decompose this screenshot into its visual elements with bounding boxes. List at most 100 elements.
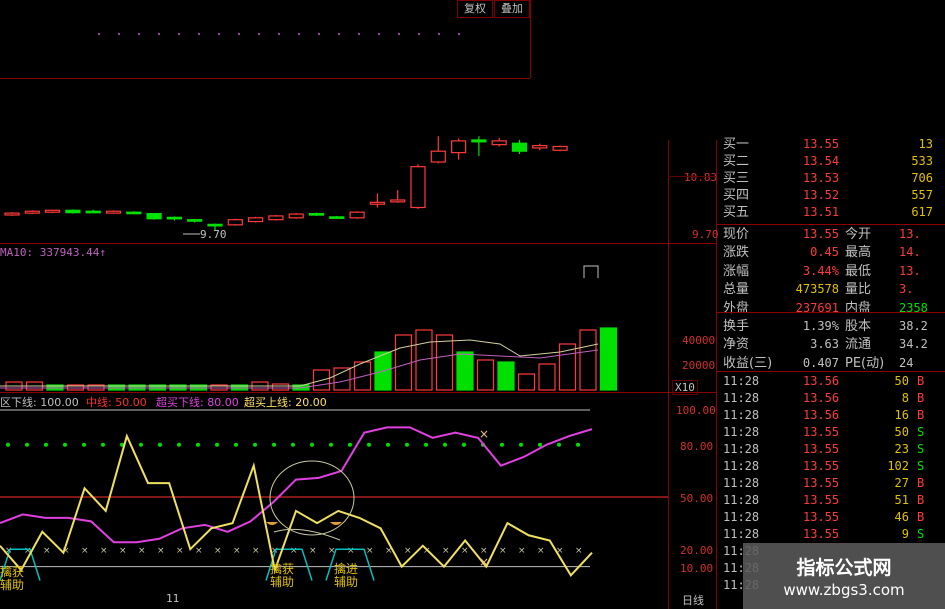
candle-body: [451, 140, 467, 154]
ind-dot-80: [443, 442, 447, 447]
volume-bar: [435, 334, 454, 391]
ind-dot-80: [6, 442, 10, 447]
stat-value: 2358: [899, 300, 928, 315]
ind-cross-20: ×: [138, 546, 146, 556]
ind-dot-80: [557, 442, 561, 447]
ind-dot-80: [405, 442, 409, 447]
volume-bar: [497, 361, 515, 391]
volume-axis-20000: 20000: [682, 359, 716, 372]
candle-body: [44, 209, 61, 213]
candle-body: [552, 145, 568, 151]
ind-cross-20: ×: [442, 546, 450, 556]
stat-value: 3.63: [810, 337, 839, 352]
stat-label: 换手: [723, 319, 750, 334]
tick-side: B: [917, 391, 925, 405]
tick-time: 11:28: [723, 391, 760, 405]
stat-value: 0.45: [810, 245, 839, 260]
ind-x-marker: ×: [479, 427, 489, 441]
ind-dot-80: [538, 442, 542, 447]
order-book-volume: 557: [911, 188, 933, 202]
tick-price: 13.55: [803, 527, 840, 541]
ind-buy-marker: [330, 522, 342, 525]
candle-body: [329, 216, 345, 219]
tick-time: 11:28: [723, 408, 760, 422]
tick-time: 11:28: [723, 510, 760, 524]
stat-label: 股本: [845, 319, 872, 334]
tick-price: 13.55: [803, 425, 840, 439]
candle-body: [248, 217, 264, 223]
candle-body: [207, 223, 223, 227]
tick-side: S: [917, 459, 925, 473]
ind-dot-80: [272, 442, 276, 447]
stat-value: 237691: [795, 300, 839, 315]
order-book-label: 买一: [723, 137, 750, 152]
candle-body: [4, 212, 20, 216]
ind-cross-20: ×: [252, 546, 260, 556]
ind-dot-80: [519, 442, 523, 447]
candle-body: [491, 140, 507, 146]
tick-time: 11:28: [723, 476, 760, 490]
chart-canvas: 9.70× × × × × × × × × × × × × × × × × × × × × × × × × × × × × × ×××: [0, 136, 668, 581]
tick-price: 13.56: [803, 374, 840, 388]
tick-time: 11:28: [723, 425, 760, 439]
stat-label: 量比: [845, 282, 872, 298]
candle-body: [430, 150, 446, 163]
candle-body: [146, 212, 162, 220]
ind-cross-20: ×: [366, 546, 374, 556]
tick-side: S: [917, 425, 925, 439]
volume-axis-40000: 40000: [682, 334, 716, 347]
stat-label: 内盘: [845, 300, 872, 316]
candle-body: [532, 144, 548, 149]
order-book-price: 13.52: [803, 188, 840, 202]
tick-volume: 46: [894, 510, 909, 524]
tick-side: B: [917, 476, 925, 490]
price-axis-low: 9.70: [692, 228, 719, 241]
candle-body: [471, 139, 487, 143]
volume-bar: [456, 351, 474, 391]
tick-side: S: [917, 527, 925, 541]
volume-bar: [599, 327, 618, 391]
quote-divider-1: [716, 224, 945, 225]
tick-volume: 23: [894, 442, 909, 456]
stat-value: 13.: [899, 227, 921, 241]
ind-dot-80: [44, 442, 48, 447]
tick-volume: 102: [887, 459, 909, 473]
tick-time: 11:28: [723, 527, 760, 541]
tick-price: 13.56: [803, 408, 840, 422]
tick-price: 13.55: [803, 442, 840, 456]
indicator-caption-2: 擒获 辅助: [270, 562, 295, 589]
period-label[interactable]: 日线: [682, 592, 704, 608]
ind-dot-80: [25, 442, 29, 447]
volume-bar: [476, 359, 495, 391]
quote-divider-3: [716, 371, 945, 372]
ind-cross-20: ×: [43, 546, 51, 556]
stat-value: 3.44%: [802, 263, 839, 278]
stat-value: 24: [899, 355, 914, 370]
candle-body: [369, 201, 385, 205]
ind-cross-20: ×: [100, 546, 108, 556]
ind-axis-10: 10.00: [680, 562, 714, 575]
stat-label: 今开: [845, 227, 872, 242]
ind-x-marker: ×: [479, 555, 489, 569]
tick-side: S: [917, 442, 925, 456]
volume-bar: [271, 383, 290, 391]
order-book-volume: 617: [911, 205, 933, 219]
ind-dot-80: [291, 442, 295, 447]
ind-dot-80: [367, 442, 371, 447]
volume-unit: X10: [672, 380, 698, 395]
tick-volume: 9: [901, 527, 909, 541]
ind-dot-80: [63, 442, 67, 447]
ind-axis-80: 80.00: [680, 440, 714, 453]
tick-time: 11:28: [723, 459, 760, 473]
right-axis-divider: [668, 140, 669, 609]
watermark-title: 指标公式网: [796, 557, 892, 579]
candle-body: [105, 210, 122, 214]
candle-body: [85, 210, 101, 214]
stat-label: 净资: [723, 337, 750, 353]
tick-time: 11:28: [723, 442, 760, 456]
ind-cross-20: ×: [119, 546, 127, 556]
tick-volume: 51: [894, 493, 909, 507]
stat-value: 13.55: [802, 227, 839, 241]
stat-label: 总量: [723, 282, 750, 298]
tick-volume: 16: [894, 408, 909, 422]
